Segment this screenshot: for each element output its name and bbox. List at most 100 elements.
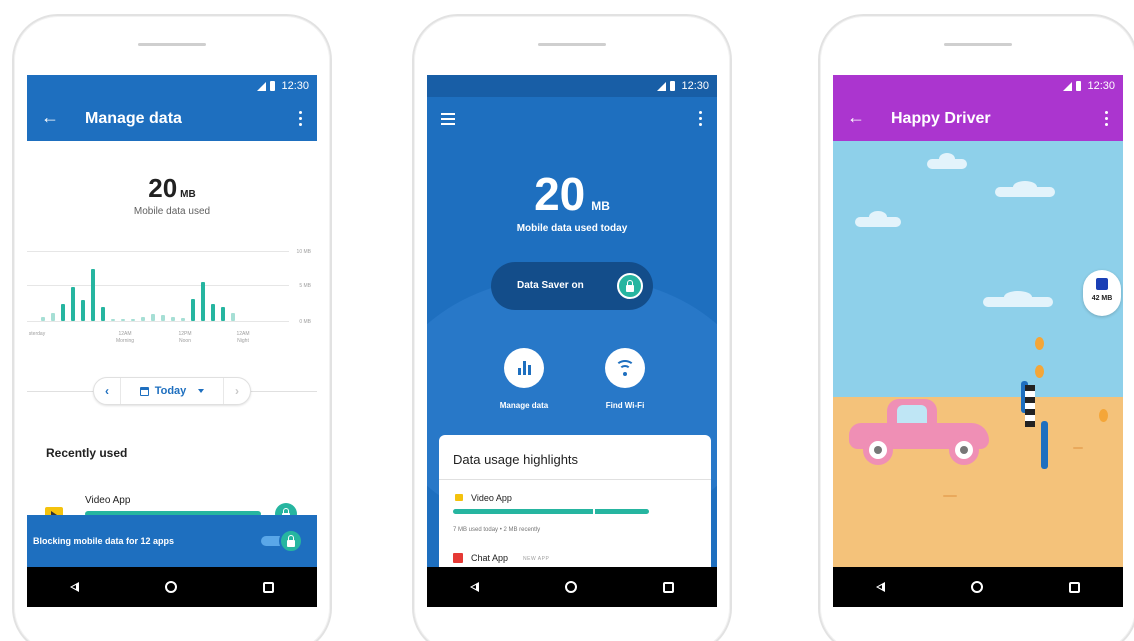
chevron-right-icon[interactable]: › [224,378,250,404]
lock-icon [617,273,643,299]
nav-back-icon[interactable] [876,582,885,592]
find-wifi-button[interactable] [605,348,645,388]
phone-speaker [138,43,206,46]
x-axis-label: sterday [28,331,46,337]
home-screen: 12:30 20 MB Mobile data used today Data S… [427,75,717,607]
card-divider [439,479,711,480]
battery-icon [670,81,676,91]
video-app-icon [455,494,463,501]
manage-data-button[interactable] [504,348,544,388]
blocking-banner: Blocking mobile data for 12 apps [27,515,317,567]
status-bar: 12:30 [27,75,317,97]
back-arrow-icon[interactable]: ← [41,107,59,128]
date-dropdown[interactable]: Today [120,378,224,404]
nav-home-icon[interactable] [165,581,177,593]
signal-icon [657,81,667,91]
usage-bar [81,300,85,321]
data-used-amount: 20 MB [427,167,717,221]
app-name: Video App [85,495,131,506]
chat-app-icon [453,553,463,563]
blocking-banner-text: Blocking mobile data for 12 apps [33,536,175,546]
usage-bar [41,317,45,321]
usage-bar [161,315,165,321]
usage-bar [151,314,155,321]
data-used-value: 20 [534,168,586,220]
usage-chart: 10 MB 5 MB 0 MB sterday 12AM Morning 12PM… [27,243,317,353]
usage-bar [71,287,75,321]
calendar-icon [139,386,149,396]
signal-icon [1063,81,1073,91]
block-data-toggle[interactable] [261,529,303,553]
status-time: 12:30 [681,80,709,92]
battery-icon [1076,81,1082,91]
highlight-app-name[interactable]: Chat App [471,553,508,563]
back-arrow-icon[interactable]: ← [847,107,865,128]
nav-home-icon[interactable] [565,581,577,593]
highlight-usage-bar [453,509,649,514]
find-wifi-label: Find Wi-Fi [605,401,645,410]
lock-icon [279,529,303,553]
phone-speaker [538,43,606,46]
data-used-caption: Mobile data used [133,206,211,217]
manage-data-label: Manage data [499,401,549,410]
coin-icon [1035,337,1044,350]
nav-recents-icon[interactable] [263,581,274,593]
data-used-value: 20 [148,173,178,203]
highlight-app-name[interactable]: Video App [471,493,512,503]
app-bar: ← Happy Driver [833,97,1123,141]
usage-bar [201,282,205,321]
usage-bar [221,307,225,321]
x-axis-label: 12AM Morning [115,331,135,344]
new-app-badge: NEW APP [523,556,550,562]
usage-bar [121,319,125,321]
battery-icon [270,81,276,91]
usage-bar [61,304,65,321]
bar-chart-icon [518,361,532,375]
data-usage-value: 42 MB [1091,295,1113,302]
card-title: Data usage highlights [453,452,579,467]
chevron-left-icon[interactable]: ‹ [94,378,120,404]
pink-car [849,393,999,465]
usage-bar [141,317,145,321]
usage-bar [101,307,105,321]
signal-icon [257,81,267,91]
nav-recents-icon[interactable] [663,581,674,593]
system-nav-bar [427,567,717,607]
data-usage-bubble[interactable]: 42 MB [1083,270,1121,316]
status-bar: 12:30 [833,75,1123,97]
gridline-label: 10 MB [296,249,311,255]
nav-recents-icon[interactable] [1069,581,1080,593]
nav-back-icon[interactable] [70,582,79,592]
sd-card-icon [1096,278,1108,290]
x-axis-label: 12AM Night [236,331,250,344]
system-nav-bar [27,567,317,607]
gridline-label: 0 MB [299,319,311,325]
usage-bar [191,299,195,321]
usage-bar [231,313,235,321]
usage-bar [111,319,115,321]
x-axis-label: 12PM Noon [178,331,192,344]
gridline-label: 5 MB [299,283,311,289]
system-nav-bar [833,567,1123,607]
status-bar: 12:30 [427,75,717,97]
more-options-icon[interactable] [699,111,703,126]
status-time: 12:30 [281,80,309,92]
app-bar: ← Manage data [27,97,317,141]
usage-bars [27,243,289,321]
cloud [983,291,1053,307]
menu-icon[interactable] [441,113,455,125]
cloud [995,181,1055,197]
phone-frame-manage-data: 12:30 ← Manage data 20 MB Mobile data use… [12,14,332,641]
phone-frame-game: 12:30 ← Happy Driver 42 MB [818,14,1134,641]
sand-detail [1073,447,1083,449]
app-bar [427,97,717,141]
highlight-usage-meta: 7 MB used today • 2 MB recently [453,527,541,533]
data-saver-button[interactable]: Data Saver on [491,262,653,310]
status-time: 12:30 [1087,80,1115,92]
more-options-icon[interactable] [1105,111,1109,126]
usage-bar [91,269,95,321]
usage-bar [171,317,175,321]
more-options-icon[interactable] [299,111,303,126]
nav-home-icon[interactable] [971,581,983,593]
nav-back-icon[interactable] [470,582,479,592]
